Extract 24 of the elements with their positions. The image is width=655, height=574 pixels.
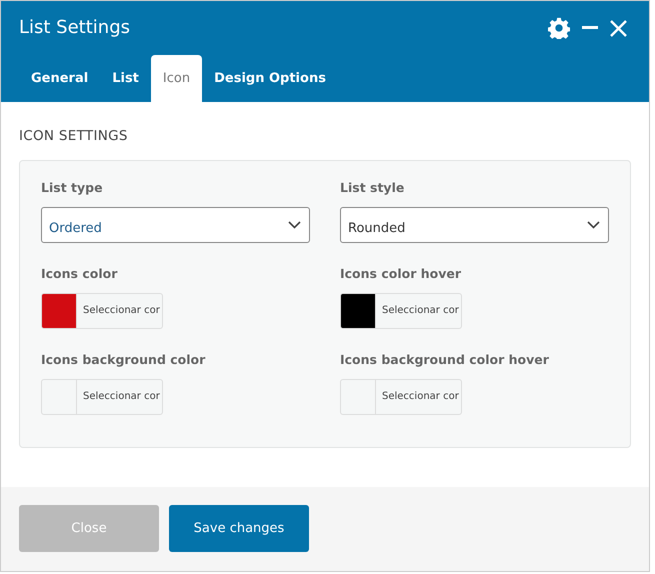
color-picker-button[interactable]: Seleccionar cor bbox=[41, 292, 163, 329]
color-picker-button[interactable]: Seleccionar cor bbox=[41, 378, 163, 414]
dialog-title: List Settings bbox=[18, 16, 132, 40]
minimize-icon[interactable] bbox=[582, 26, 598, 30]
section-title: ICON SETTINGS bbox=[19, 127, 129, 146]
settings-icon[interactable] bbox=[548, 17, 570, 39]
close-icon[interactable] bbox=[610, 20, 627, 36]
field-label: Icons background color bbox=[41, 350, 206, 369]
color-picker-button[interactable]: Seleccionar cor bbox=[340, 292, 462, 329]
save-button[interactable]: Save changes bbox=[169, 505, 309, 552]
field-label: List type bbox=[41, 179, 104, 198]
select-field[interactable]: Rounded bbox=[340, 207, 609, 243]
field-label: Icons color bbox=[41, 265, 118, 283]
tab[interactable]: Icon bbox=[150, 55, 202, 102]
field-label: Icons background color hover bbox=[340, 350, 550, 369]
field-label: List style bbox=[340, 179, 406, 198]
color-picker-button[interactable]: Seleccionar cor bbox=[340, 378, 462, 414]
tab[interactable]: General bbox=[19, 55, 100, 102]
field-label: Icons color hover bbox=[340, 265, 462, 283]
select-field[interactable]: Ordered bbox=[41, 207, 310, 243]
tab[interactable]: List bbox=[100, 55, 151, 102]
tab[interactable]: Design Options bbox=[202, 55, 338, 102]
chevron-down-icon bbox=[587, 221, 600, 229]
chevron-down-icon bbox=[288, 221, 301, 229]
